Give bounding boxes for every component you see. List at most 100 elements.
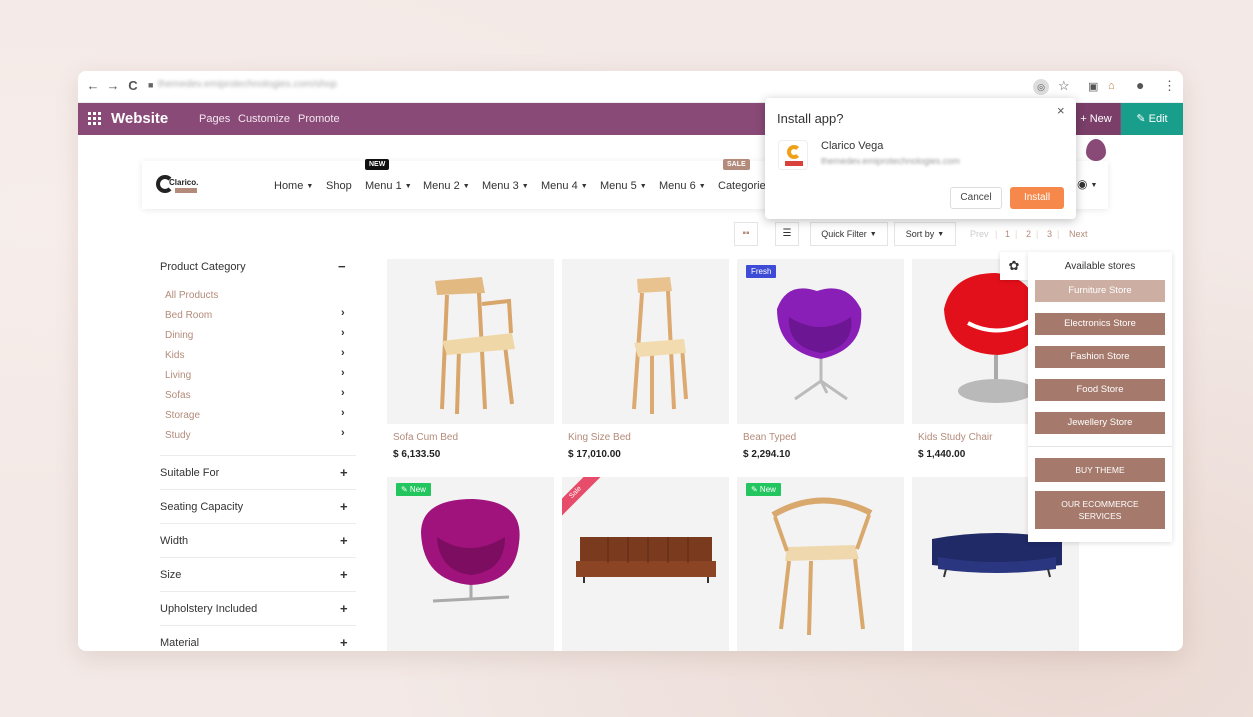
- category-kids[interactable]: Kids: [165, 350, 184, 361]
- filter-upholstery-included[interactable]: Upholstery Included +: [160, 591, 356, 625]
- product-card[interactable]: Sofa Cum Bed $ 6,133.50: [387, 259, 554, 468]
- store-fashion-button[interactable]: Fashion Store: [1035, 346, 1165, 368]
- chevron-down-icon: ▼: [404, 183, 412, 190]
- list-view-icon[interactable]: ☰: [775, 222, 799, 246]
- new-button[interactable]: + New: [1072, 103, 1120, 135]
- reload-icon[interactable]: C: [126, 78, 140, 93]
- lock-icon: ■: [148, 80, 154, 90]
- sale-tag: SALE: [723, 159, 750, 170]
- category-storage[interactable]: Storage: [165, 410, 200, 421]
- filter-label: Size: [160, 569, 182, 581]
- star-icon[interactable]: ☆: [1058, 78, 1070, 94]
- edit-button[interactable]: ✎ Edit: [1121, 103, 1183, 135]
- category-study[interactable]: Study: [165, 430, 191, 441]
- pager-prev[interactable]: Prev: [970, 229, 989, 239]
- expand-icon[interactable]: +: [340, 567, 348, 582]
- product-image-round-wooden-chair[interactable]: [737, 477, 904, 642]
- menu-6[interactable]: Menu 6 ▼: [659, 180, 706, 192]
- menu-2[interactable]: Menu 2 ▼: [423, 180, 470, 192]
- chevron-right-icon[interactable]: ›: [341, 387, 345, 399]
- pager-page-3[interactable]: 3: [1047, 229, 1052, 239]
- collapse-icon[interactable]: −: [338, 259, 346, 274]
- chevron-right-icon[interactable]: ›: [341, 427, 345, 439]
- product-name[interactable]: Bean Typed: [743, 432, 796, 443]
- filter-suitable-for[interactable]: Suitable For +: [160, 455, 356, 489]
- category-sofas[interactable]: Sofas: [165, 390, 191, 401]
- product-card[interactable]: Sale: [562, 477, 729, 651]
- category-all-products[interactable]: All Products: [165, 290, 218, 301]
- back-icon[interactable]: ←: [86, 78, 100, 93]
- category-living[interactable]: Living: [165, 370, 191, 381]
- product-card[interactable]: ✎ New: [387, 477, 554, 651]
- pages-link[interactable]: Pages: [199, 113, 230, 125]
- product-name[interactable]: Kids Study Chair: [918, 432, 992, 443]
- menu-shop[interactable]: Shop: [326, 180, 352, 192]
- chevron-right-icon[interactable]: ›: [341, 307, 345, 319]
- apps-grid-icon[interactable]: [88, 112, 101, 125]
- chevron-right-icon[interactable]: ›: [341, 367, 345, 379]
- filter-size[interactable]: Size +: [160, 557, 356, 591]
- menu-5[interactable]: Menu 5 ▼: [600, 180, 647, 192]
- gear-icon[interactable]: ✿: [1000, 252, 1028, 280]
- expand-icon[interactable]: +: [340, 601, 348, 616]
- target-icon[interactable]: ◎: [1033, 79, 1049, 95]
- menu-categories[interactable]: Categories: [718, 180, 771, 192]
- available-stores-panel: Available stores Furniture Store Electro…: [1028, 252, 1172, 542]
- filter-material[interactable]: Material +: [160, 625, 356, 651]
- promote-link[interactable]: Promote: [298, 113, 340, 125]
- buy-theme-button[interactable]: BUY THEME: [1035, 458, 1165, 482]
- sort-by-dropdown[interactable]: Sort by ▼: [894, 222, 956, 246]
- forward-icon[interactable]: →: [106, 78, 120, 93]
- filter-width[interactable]: Width +: [160, 523, 356, 557]
- app-logo-c-icon: [787, 145, 801, 159]
- ecommerce-services-button[interactable]: OUR ECOMMERCE SERVICES: [1035, 491, 1165, 529]
- customize-link[interactable]: Customize: [238, 113, 290, 125]
- address-bar[interactable]: themedev.emiprotechnologies.com/shop: [158, 79, 1098, 95]
- profile-icon[interactable]: ●: [1136, 77, 1144, 93]
- store-jewellery-button[interactable]: Jewellery Store: [1035, 412, 1165, 434]
- product-card[interactable]: Fresh Bean Typed $ 2,294.10: [737, 259, 904, 468]
- pager-page-2[interactable]: 2: [1026, 229, 1031, 239]
- expand-icon[interactable]: +: [340, 635, 348, 650]
- close-icon[interactable]: ×: [1057, 103, 1065, 118]
- expand-icon[interactable]: +: [340, 533, 348, 548]
- shop-icon[interactable]: ⌂: [1108, 80, 1115, 92]
- product-name[interactable]: Sofa Cum Bed: [393, 432, 458, 443]
- chevron-right-icon[interactable]: ›: [341, 407, 345, 419]
- category-dining[interactable]: Dining: [165, 330, 193, 341]
- quick-filter-dropdown[interactable]: Quick Filter ▼: [810, 222, 888, 246]
- chevron-down-icon: ▼: [937, 231, 945, 238]
- chevron-right-icon[interactable]: ›: [341, 347, 345, 359]
- product-name[interactable]: King Size Bed: [568, 432, 631, 443]
- pager-page-1[interactable]: 1: [1005, 229, 1010, 239]
- product-image-wooden-armchair[interactable]: [387, 259, 554, 424]
- cancel-button[interactable]: Cancel: [950, 187, 1002, 209]
- site-logo[interactable]: Clarico.: [156, 175, 202, 195]
- product-image-brown-sofa[interactable]: [562, 477, 729, 642]
- menu-home[interactable]: Home ▼: [274, 180, 313, 192]
- product-card[interactable]: King Size Bed $ 17,010.00: [562, 259, 729, 468]
- extension-icon[interactable]: ▣: [1088, 80, 1098, 93]
- product-image-purple-swan-chair[interactable]: [737, 259, 904, 424]
- store-food-button[interactable]: Food Store: [1035, 379, 1165, 401]
- expand-icon[interactable]: +: [340, 499, 348, 514]
- menu-1[interactable]: Menu 1 ▼: [365, 180, 412, 192]
- store-electronics-button[interactable]: Electronics Store: [1035, 313, 1165, 335]
- category-bed-room[interactable]: Bed Room: [165, 310, 212, 321]
- install-button[interactable]: Install: [1010, 187, 1064, 209]
- menu-4[interactable]: Menu 4 ▼: [541, 180, 588, 192]
- pager-next[interactable]: Next: [1069, 229, 1088, 239]
- user-icon[interactable]: ◉ ▼: [1077, 177, 1097, 191]
- product-card[interactable]: ✎ New: [737, 477, 904, 651]
- install-popup-title: Install app?: [777, 111, 844, 126]
- app-title[interactable]: Website: [111, 110, 168, 127]
- menu-3[interactable]: Menu 3 ▼: [482, 180, 529, 192]
- product-image-magenta-egg-chair[interactable]: [387, 477, 554, 642]
- filter-seating-capacity[interactable]: Seating Capacity +: [160, 489, 356, 523]
- menu-icon[interactable]: ⋮: [1163, 78, 1176, 94]
- expand-icon[interactable]: +: [340, 465, 348, 480]
- grid-view-icon[interactable]: ▪▪: [734, 222, 758, 246]
- chevron-right-icon[interactable]: ›: [341, 327, 345, 339]
- product-image-wooden-chair[interactable]: [562, 259, 729, 424]
- store-furniture-button[interactable]: Furniture Store: [1035, 280, 1165, 302]
